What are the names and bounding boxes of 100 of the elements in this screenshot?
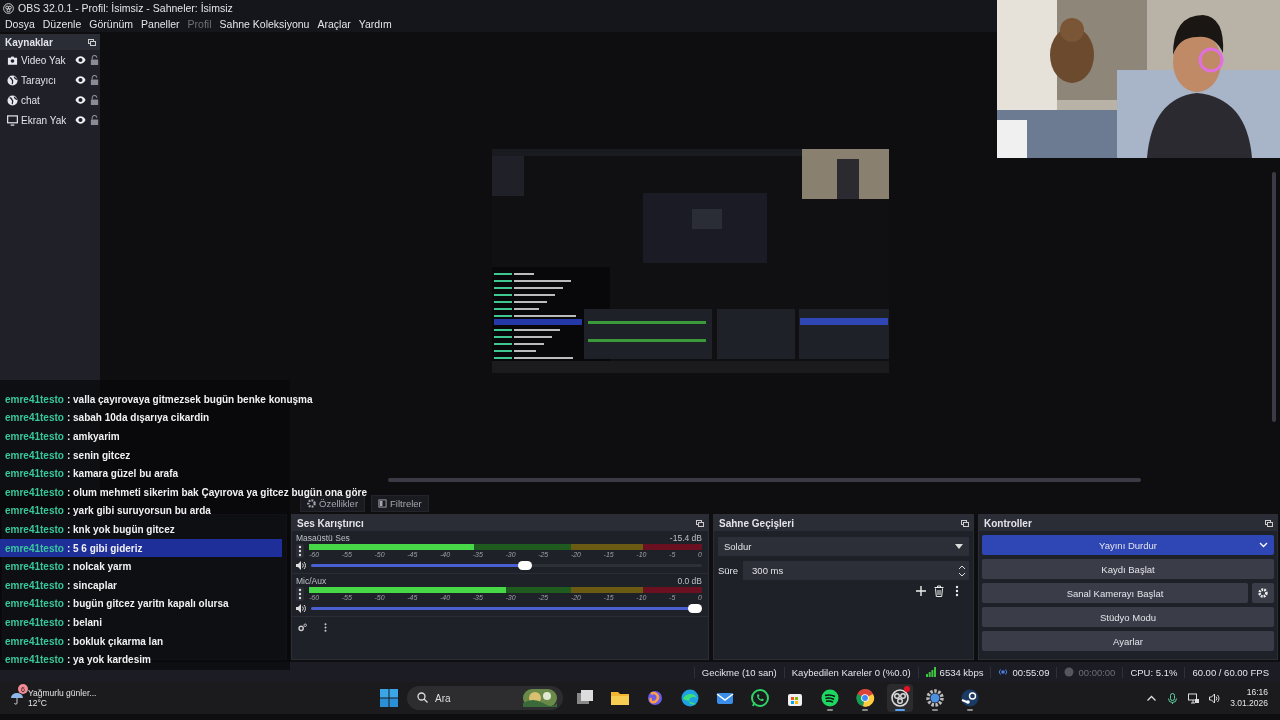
transition-dropdown[interactable]: Soldur <box>718 537 969 556</box>
speaker-icon[interactable] <box>1209 692 1221 704</box>
temperature: 12°C <box>28 698 48 708</box>
aperture-icon <box>890 688 910 708</box>
unlock-icon[interactable] <box>89 115 100 125</box>
music-icon <box>820 688 840 708</box>
add-icon[interactable] <box>915 585 927 597</box>
chat-message: : yark gibi suruyorsun bu arda <box>66 505 211 517</box>
control-button[interactable]: Kaydı Başlat <box>982 559 1274 579</box>
more-icon[interactable] <box>296 544 304 558</box>
dock-title: Ses Karıştırıcı <box>297 517 364 529</box>
clock-time[interactable]: 16:16 <box>1246 687 1268 698</box>
control-button[interactable]: Sanal Kamerayı Başlat <box>982 583 1248 603</box>
volume-slider[interactable] <box>311 560 702 570</box>
chat-username: emre41testo <box>5 542 64 554</box>
chat-username: emre41testo <box>5 412 64 424</box>
chat-message: : valla çayırovaya gitmezsek bugün benke konuşma <box>66 393 313 405</box>
start-icon[interactable] <box>380 689 398 707</box>
chat-message: : senin gitcez <box>66 449 131 461</box>
swirl-icon <box>645 688 665 708</box>
unlock-icon[interactable] <box>89 95 100 105</box>
undock-icon[interactable] <box>1265 519 1273 527</box>
menu-item[interactable]: Yardım <box>354 18 396 30</box>
status-text: 60.00 / 60.00 FPS <box>1192 666 1269 678</box>
chat-message: : ya yok kardesim <box>66 654 151 666</box>
scrollbar[interactable] <box>1272 172 1276 422</box>
chat-message: : olum mehmeti sikerim bak Çayırova ya gitcez bugün ona göre <box>66 486 367 498</box>
status-text: Gecikme (10 san) <box>701 666 777 678</box>
chat-username: emre41testo <box>5 468 64 480</box>
more-icon[interactable] <box>296 587 304 601</box>
slider-thumb[interactable] <box>688 604 702 613</box>
search-icon[interactable] <box>417 692 428 703</box>
source-name[interactable]: chat <box>21 94 72 106</box>
menu-item[interactable]: Sahne Koleksiyonu <box>215 18 314 30</box>
channel-name: Masaüstü Ses <box>296 533 350 543</box>
microphone-icon[interactable] <box>1167 692 1179 704</box>
chat-message: : sincaplar <box>66 579 117 591</box>
wave-icon <box>680 688 700 708</box>
spin-arrows-icon[interactable] <box>958 563 966 578</box>
control-button[interactable]: Stüdyo Modu <box>982 607 1274 627</box>
app-logo-icon <box>3 2 14 14</box>
gear-icon[interactable] <box>1258 588 1268 598</box>
chat-message: : kamara güzel bu arafa <box>66 468 179 480</box>
weather-text[interactable]: Yağmurlu günler... <box>28 688 97 698</box>
eye-icon[interactable] <box>75 55 86 65</box>
source-name[interactable]: Tarayıcı <box>21 74 72 86</box>
eye-icon[interactable] <box>75 115 86 125</box>
gears-icon[interactable] <box>298 623 307 632</box>
clock-date[interactable]: 3.01.2026 <box>1230 698 1268 709</box>
speaker-icon[interactable] <box>296 560 306 570</box>
source-name[interactable]: Video Yak <box>21 54 72 66</box>
network-icon[interactable] <box>1188 692 1200 704</box>
menu-item[interactable]: Paneller <box>137 18 184 30</box>
trash-icon[interactable] <box>933 585 945 597</box>
control-button[interactable]: Yayını Durdur <box>982 535 1274 555</box>
signal-icon <box>925 667 936 677</box>
settings-button[interactable] <box>1252 583 1274 603</box>
control-button[interactable]: Ayarlar <box>982 631 1274 651</box>
unlock-icon[interactable] <box>89 55 100 65</box>
globe-icon <box>7 74 18 86</box>
eye-icon[interactable] <box>75 95 86 105</box>
chat-username: emre41testo <box>5 654 64 666</box>
source-name[interactable]: Ekran Yak <box>21 114 72 126</box>
menu-item[interactable]: Düzenle <box>38 18 86 30</box>
volume-slider[interactable] <box>311 603 702 613</box>
chat-message: : knk yok bugün gitcez <box>66 523 175 535</box>
status-text: 00:00:00 <box>1078 666 1116 678</box>
undock-icon[interactable] <box>961 519 969 527</box>
status-text: 00:55:09 <box>1012 666 1050 678</box>
slider-thumb[interactable] <box>518 561 533 570</box>
filters-button[interactable]: Filtreler <box>371 495 429 512</box>
duration-field[interactable]: 300 ms <box>743 561 969 580</box>
undock-icon[interactable] <box>88 38 96 46</box>
volume-reading: -15.4 dB <box>669 533 702 543</box>
caret-icon[interactable] <box>1259 541 1268 549</box>
chat-username: emre41testo <box>5 431 64 442</box>
eye-icon[interactable] <box>75 75 86 85</box>
selection-highlight[interactable]: emre41testo : 5 6 gibi gideriz <box>0 538 282 558</box>
wheel-icon <box>855 688 875 708</box>
record-icon <box>1064 667 1075 677</box>
undock-icon[interactable] <box>696 519 704 527</box>
window-title: OBS 32.0.1 - Profil: İsimsiz - Sahneler: İsimsiz <box>18 2 233 14</box>
unlock-icon[interactable] <box>89 75 100 85</box>
chat-username: emre41testo <box>5 616 64 628</box>
scrollbar[interactable] <box>388 478 1141 482</box>
menu-item[interactable]: Dosya <box>1 18 39 30</box>
menu-item[interactable]: Araçlar <box>313 18 355 30</box>
caret-icon[interactable] <box>955 544 963 549</box>
chat-message: : belani <box>66 616 102 628</box>
umbrella-icon[interactable] <box>10 691 24 705</box>
monitor-icon <box>7 114 18 126</box>
camera-icon <box>7 54 18 66</box>
speaker-icon[interactable] <box>296 603 306 613</box>
status-text: 6534 kbps <box>939 666 984 678</box>
status-text: Kaybedilen Kareler 0 (%0.0) <box>791 666 911 678</box>
menu-item[interactable]: Görünüm <box>85 18 138 30</box>
chat-message: : bugün gitcez yaritn kapalı olursa <box>66 598 229 610</box>
gear-icon <box>925 688 945 708</box>
chat-username: emre41testo <box>5 449 64 461</box>
status-text: CPU: 5.1% <box>1130 666 1178 678</box>
